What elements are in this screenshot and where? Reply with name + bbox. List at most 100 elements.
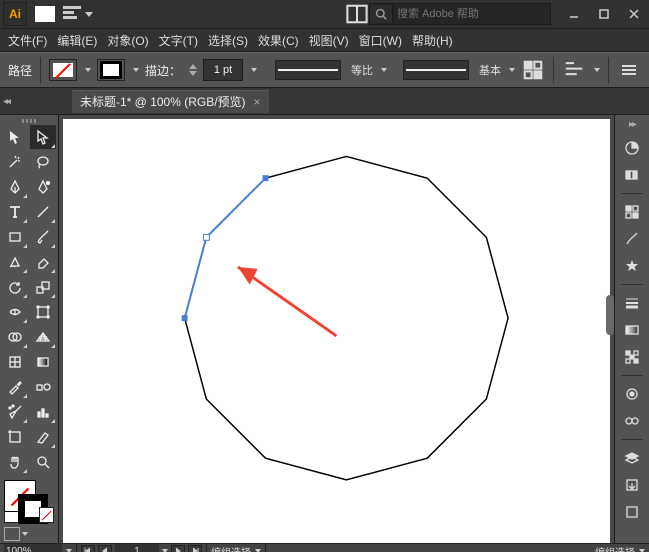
- slice-tool[interactable]: [30, 425, 56, 449]
- menu-file[interactable]: 文件(F): [8, 32, 47, 49]
- swatches-panel-icon[interactable]: [619, 199, 645, 225]
- status-tool-label: 编组选择: [211, 544, 251, 552]
- chevron-down-icon[interactable]: [509, 68, 515, 72]
- chevron-down-icon[interactable]: [22, 532, 28, 536]
- workspace-switcher-icon[interactable]: [63, 6, 81, 22]
- artboard[interactable]: [63, 119, 610, 543]
- graphic-styles-panel-icon[interactable]: [619, 408, 645, 434]
- anchor-point[interactable]: [182, 315, 188, 321]
- pen-tool[interactable]: [2, 175, 28, 199]
- path-dodecagon[interactable]: [185, 156, 508, 479]
- anchor-point-selected[interactable]: [203, 234, 209, 240]
- next-artboard-button[interactable]: [171, 545, 185, 552]
- gradient-tool[interactable]: [30, 350, 56, 374]
- brush-definition[interactable]: [403, 60, 469, 80]
- zoom-tool[interactable]: [30, 450, 56, 474]
- menu-view[interactable]: 视图(V): [309, 32, 349, 49]
- selected-segment[interactable]: [185, 237, 207, 318]
- column-graph-tool[interactable]: [30, 400, 56, 424]
- free-transform-tool[interactable]: [30, 300, 56, 324]
- document-tab[interactable]: 未标题-1* @ 100% (RGB/预览) ×: [72, 90, 269, 113]
- stroke-panel-icon[interactable]: [619, 290, 645, 316]
- stroke-weight-stepper[interactable]: [189, 64, 197, 76]
- menu-effect[interactable]: 效果(C): [258, 32, 299, 49]
- anchor-point[interactable]: [263, 175, 269, 181]
- search-icon[interactable]: [370, 5, 393, 23]
- mesh-tool[interactable]: [2, 350, 28, 374]
- selected-segment[interactable]: [206, 178, 265, 237]
- magic-wand-tool[interactable]: [2, 150, 28, 174]
- perspective-grid-tool[interactable]: [30, 325, 56, 349]
- blend-tool[interactable]: [30, 375, 56, 399]
- line-segment-tool[interactable]: [30, 200, 56, 224]
- menu-type[interactable]: 文字(T): [159, 32, 198, 49]
- menu-edit[interactable]: 编辑(E): [57, 32, 97, 49]
- transparency-panel-icon[interactable]: [619, 344, 645, 370]
- maximize-button[interactable]: [589, 4, 619, 24]
- hand-tool[interactable]: [2, 450, 28, 474]
- shaper-tool[interactable]: [2, 250, 28, 274]
- fill-stroke-indicator[interactable]: [0, 476, 58, 505]
- layers-panel-icon[interactable]: [619, 445, 645, 471]
- curvature-tool[interactable]: [30, 175, 56, 199]
- color-panel-icon[interactable]: [619, 135, 645, 161]
- eyedropper-tool[interactable]: [2, 375, 28, 399]
- title-swatch[interactable]: [35, 6, 55, 22]
- lasso-tool[interactable]: [30, 150, 56, 174]
- chevron-down-icon[interactable]: [381, 68, 387, 72]
- shape-builder-tool[interactable]: [2, 325, 28, 349]
- fill-swatch[interactable]: [49, 59, 77, 81]
- collapse-icon[interactable]: ▸▸: [5, 96, 11, 107]
- chevron-down-icon[interactable]: [133, 68, 139, 72]
- menu-help[interactable]: 帮助(H): [412, 32, 453, 49]
- arrange-documents-icon[interactable]: [345, 2, 369, 26]
- help-search[interactable]: [369, 3, 551, 25]
- tools-panel: [0, 115, 59, 543]
- rotate-tool[interactable]: [2, 275, 28, 299]
- rectangle-tool[interactable]: [2, 225, 28, 249]
- stroke-swatch[interactable]: [97, 59, 125, 81]
- expand-panels-icon[interactable]: ▸▸: [629, 119, 635, 130]
- control-bar: 路径 描边： 等比 基本: [0, 52, 649, 88]
- chevron-down-icon[interactable]: [85, 12, 93, 17]
- stroke-weight-input[interactable]: [203, 59, 243, 81]
- chevron-down-icon[interactable]: [594, 68, 600, 72]
- type-tool[interactable]: [2, 200, 28, 224]
- first-artboard-button[interactable]: [81, 545, 95, 552]
- chevron-down-icon[interactable]: [85, 68, 91, 72]
- gradient-panel-icon[interactable]: [619, 317, 645, 343]
- scrollbar-thumb[interactable]: [606, 295, 614, 335]
- none-mode-icon[interactable]: [39, 507, 54, 523]
- close-button[interactable]: [619, 4, 649, 24]
- variable-width-profile[interactable]: [275, 60, 341, 80]
- menu-object[interactable]: 对象(O): [107, 32, 148, 49]
- screen-mode-icon[interactable]: [4, 527, 20, 541]
- selection-tool[interactable]: [2, 125, 28, 149]
- menu-select[interactable]: 选择(S): [208, 32, 248, 49]
- align-icon[interactable]: [562, 58, 586, 82]
- opacity-icon[interactable]: [521, 58, 545, 82]
- minimize-button[interactable]: [559, 4, 589, 24]
- prev-artboard-button[interactable]: [98, 545, 112, 552]
- close-tab-icon[interactable]: ×: [254, 95, 261, 109]
- direct-selection-tool[interactable]: [30, 125, 56, 149]
- last-artboard-button[interactable]: [188, 545, 202, 552]
- asset-export-panel-icon[interactable]: [619, 472, 645, 498]
- scale-tool[interactable]: [30, 275, 56, 299]
- color-guide-panel-icon[interactable]: [619, 162, 645, 188]
- artboards-panel-icon[interactable]: [619, 499, 645, 525]
- symbol-sprayer-tool[interactable]: [2, 400, 28, 424]
- brushes-panel-icon[interactable]: [619, 226, 645, 252]
- paintbrush-tool[interactable]: [30, 225, 56, 249]
- search-input[interactable]: [393, 8, 550, 20]
- panel-menu-icon[interactable]: [617, 58, 641, 82]
- menu-window[interactable]: 窗口(W): [359, 32, 402, 49]
- symbols-panel-icon[interactable]: [619, 253, 645, 279]
- eraser-tool[interactable]: [30, 250, 56, 274]
- width-tool[interactable]: [2, 300, 28, 324]
- appearance-panel-icon[interactable]: [619, 381, 645, 407]
- artboard-tool[interactable]: [2, 425, 28, 449]
- chevron-down-icon[interactable]: [251, 68, 257, 72]
- zoom-field[interactable]: [4, 544, 62, 552]
- artboard-number-field[interactable]: [115, 544, 159, 552]
